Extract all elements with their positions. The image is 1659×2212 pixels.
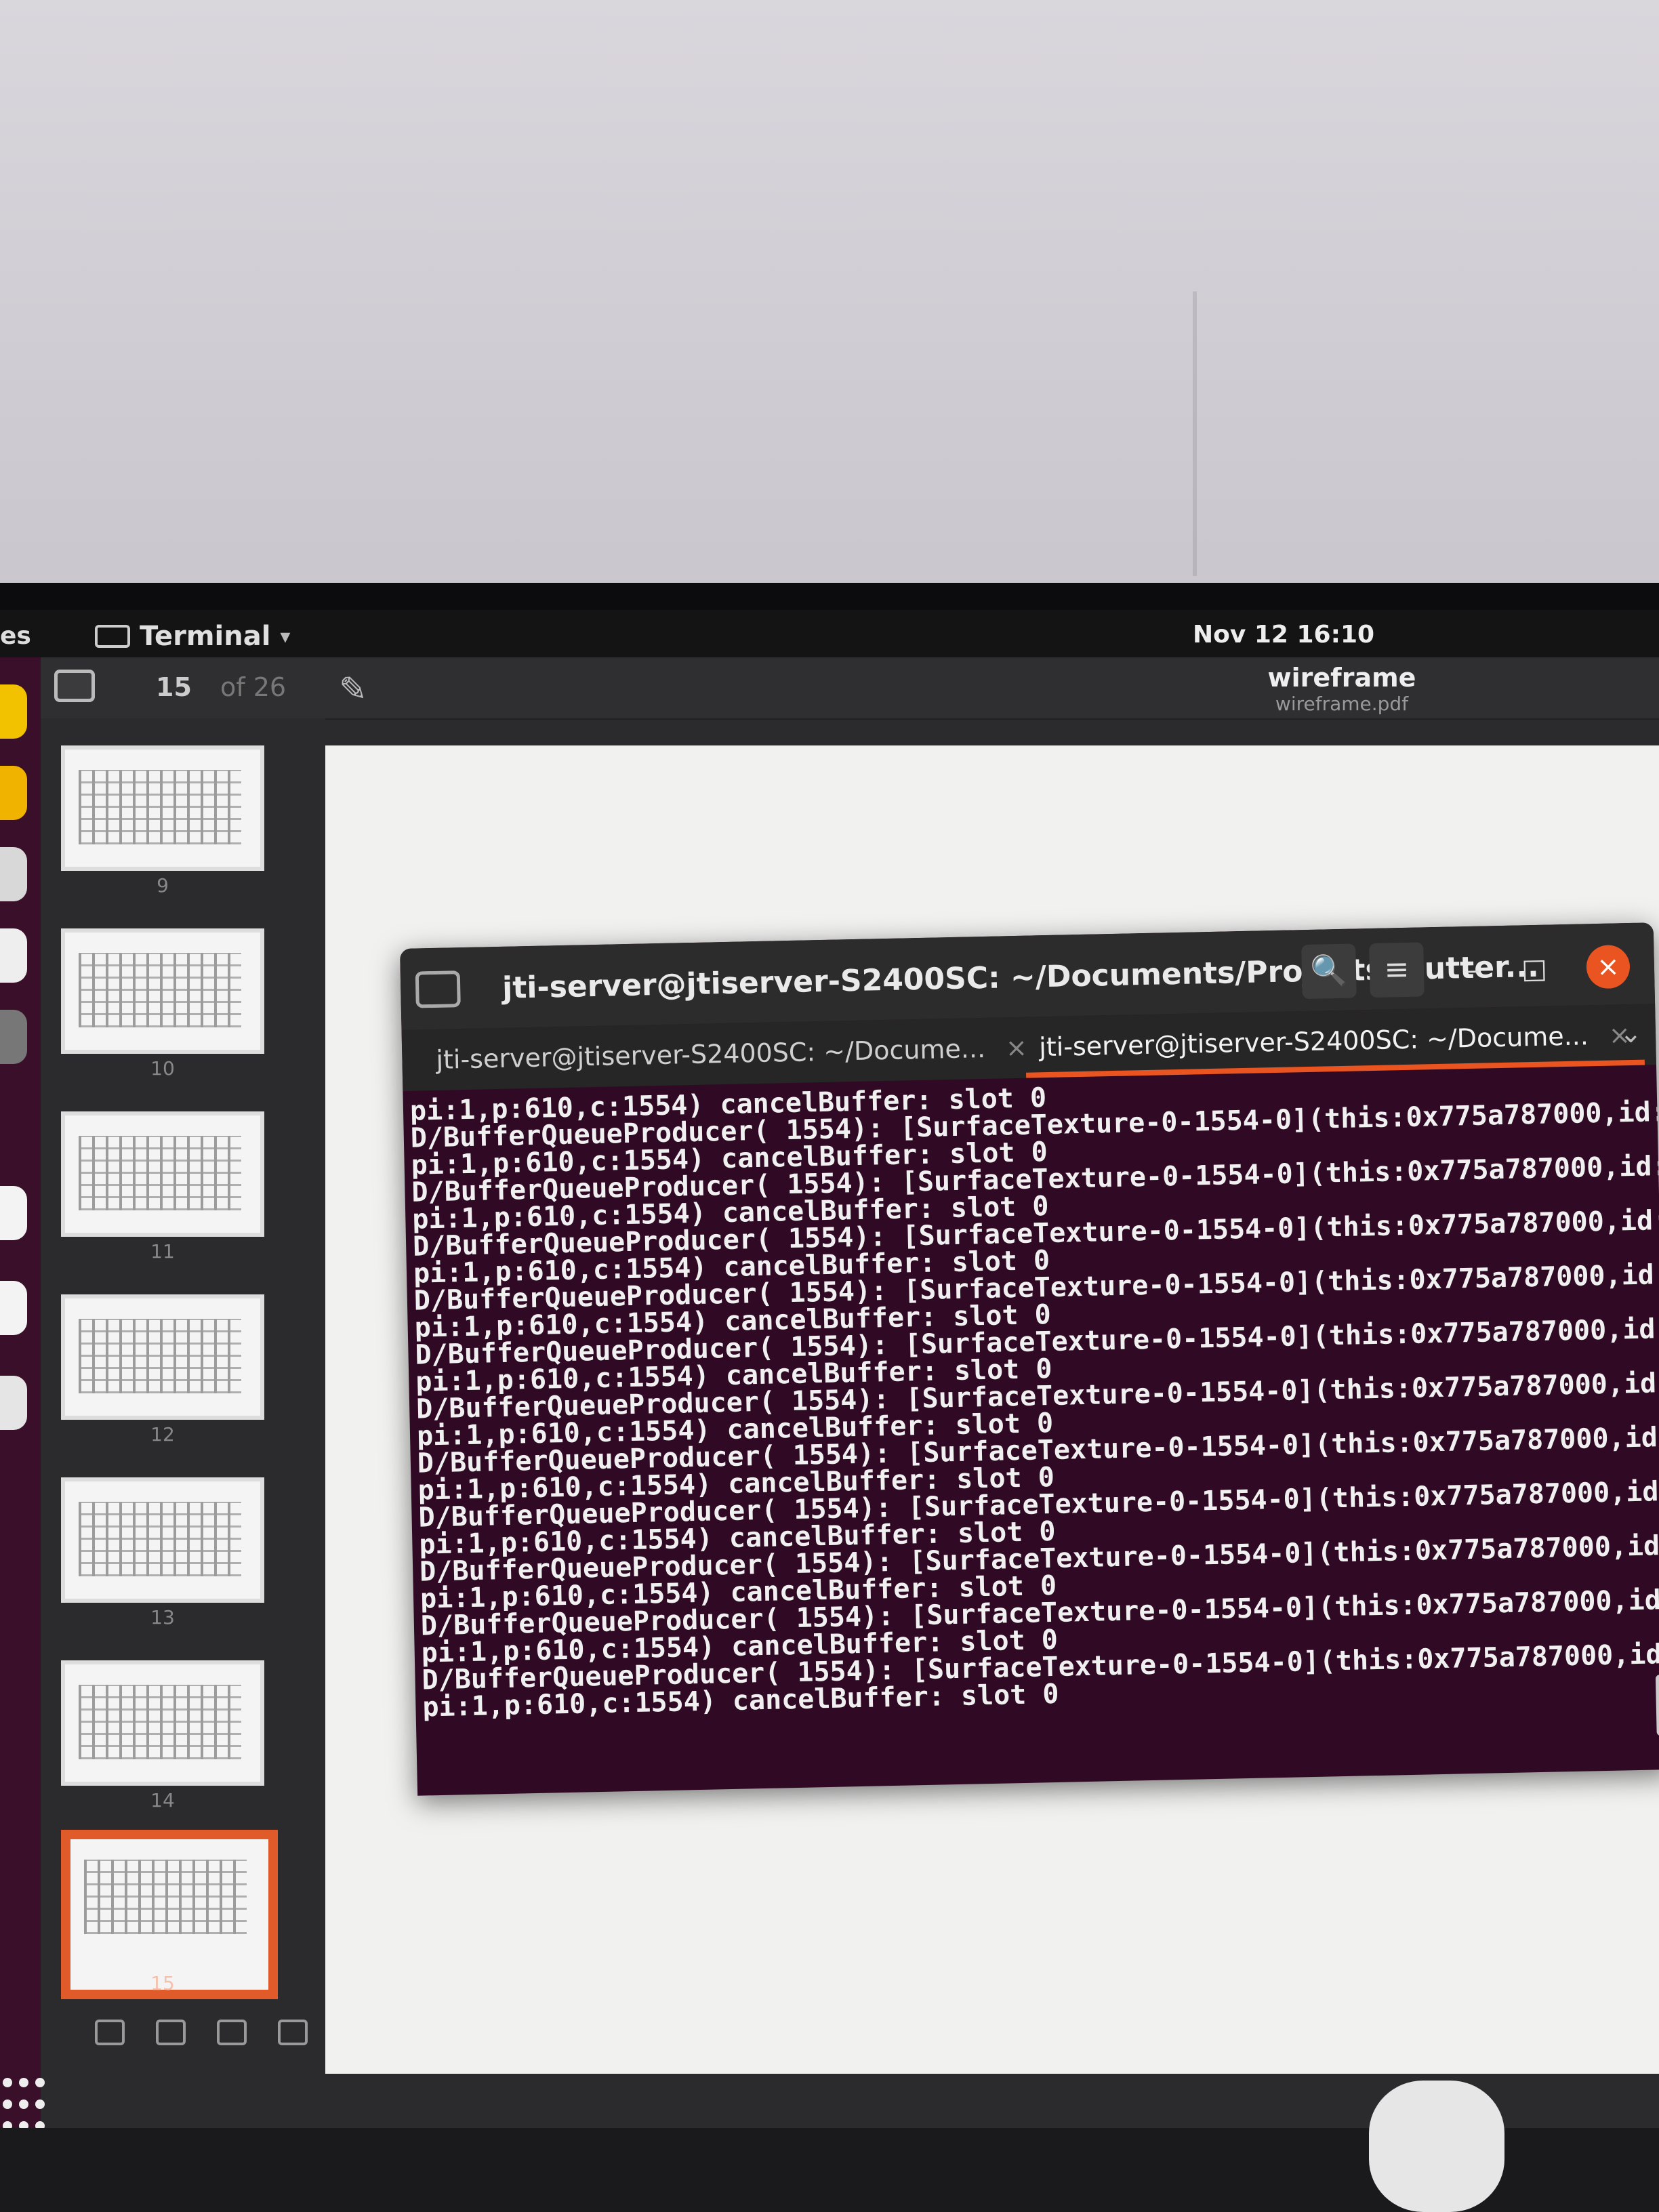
chevron-down-icon[interactable]: ⌄ bbox=[1619, 1018, 1642, 1050]
thumbnail-label: 11 bbox=[150, 1240, 175, 1263]
dock-app-icon[interactable] bbox=[0, 928, 27, 983]
terminal-window: jti-server@jtiserver-S2400SC: ~/Document… bbox=[400, 922, 1659, 1796]
thumbnail-label: 13 bbox=[150, 1606, 175, 1629]
dock-app-icon[interactable] bbox=[0, 847, 27, 901]
thumbnail-label: 14 bbox=[150, 1789, 175, 1811]
activities-button[interactable]: es bbox=[0, 622, 31, 650]
annotations-view-icon[interactable] bbox=[217, 2020, 247, 2045]
thumbnail-sidebar: 9 10 11 12 13 14 15 bbox=[41, 718, 325, 2060]
close-tab-icon[interactable]: × bbox=[1006, 1033, 1028, 1063]
thumbnail-label: 10 bbox=[150, 1057, 175, 1080]
page-thumbnail[interactable] bbox=[61, 1294, 264, 1420]
dock-app-icon[interactable] bbox=[0, 1281, 27, 1335]
dock-app-icon[interactable] bbox=[0, 684, 27, 739]
wall-background bbox=[0, 0, 1659, 603]
app-menu[interactable]: Terminal ▾ bbox=[95, 621, 290, 652]
terminal-output[interactable]: pi:1,p:610,c:1554) cancelBuffer: slot 0 … bbox=[403, 1065, 1659, 1796]
terminal-scrollbar[interactable] bbox=[1655, 1675, 1659, 1736]
document-filename: wireframe.pdf bbox=[1275, 693, 1409, 715]
thumbnail-label: 12 bbox=[150, 1423, 175, 1446]
chevron-down-icon: ▾ bbox=[280, 624, 291, 649]
bookmarks-view-icon[interactable] bbox=[278, 2020, 308, 2045]
top-bar: es Terminal ▾ Nov 12 16:10 bbox=[0, 610, 1659, 657]
thumbnail-label: 15 bbox=[150, 1972, 175, 1994]
page-thumbnail[interactable] bbox=[61, 928, 264, 1054]
page-thumbnail[interactable] bbox=[61, 1477, 264, 1603]
dock-app-icon[interactable] bbox=[0, 1376, 27, 1430]
search-icon[interactable]: 🔍 bbox=[1301, 943, 1357, 1000]
dock-app-icon[interactable] bbox=[0, 1010, 27, 1064]
dock bbox=[0, 657, 45, 2128]
minimize-button[interactable]: – bbox=[1458, 954, 1490, 986]
wall-shadow-line bbox=[1193, 291, 1197, 576]
document-title-text: wireframe bbox=[1267, 663, 1416, 693]
show-apps-icon[interactable] bbox=[0, 2074, 45, 2128]
page-thumbnail[interactable] bbox=[61, 1111, 264, 1237]
thumbnail-label: 9 bbox=[157, 874, 169, 897]
clock[interactable]: Nov 12 16:10 bbox=[1193, 621, 1374, 649]
document-viewer-header: 15 of 26 ✎ wireframe wireframe.pdf bbox=[41, 657, 1659, 720]
page-number-input[interactable]: 15 bbox=[156, 672, 192, 702]
terminal-icon bbox=[95, 625, 130, 648]
thumbnail-view-icon[interactable] bbox=[95, 2020, 125, 2045]
dock-app-icon[interactable] bbox=[0, 1186, 27, 1240]
tab-label: jti-server@jtiserver-S2400SC: ~/Docume..… bbox=[1038, 1021, 1589, 1063]
close-button[interactable]: × bbox=[1586, 945, 1631, 989]
sidebar-toggle-icon[interactable] bbox=[54, 670, 95, 702]
desk-object bbox=[1369, 2081, 1504, 2212]
dock-app-icon[interactable] bbox=[0, 766, 27, 820]
new-tab-icon[interactable] bbox=[415, 970, 461, 1008]
page-thumbnail[interactable] bbox=[61, 1660, 264, 1786]
hamburger-menu-icon[interactable]: ≡ bbox=[1369, 942, 1425, 998]
outline-view-icon[interactable] bbox=[156, 2020, 186, 2045]
document-title: wireframe wireframe.pdf bbox=[1193, 663, 1491, 715]
annotate-pen-icon[interactable]: ✎ bbox=[339, 670, 367, 709]
tab-label: jti-server@jtiserver-S2400SC: ~/Docume..… bbox=[435, 1033, 986, 1075]
app-menu-label: Terminal bbox=[140, 621, 271, 652]
page-total: of 26 bbox=[220, 672, 287, 702]
maximize-button[interactable]: □ bbox=[1519, 953, 1551, 985]
page-thumbnail[interactable] bbox=[61, 745, 264, 871]
